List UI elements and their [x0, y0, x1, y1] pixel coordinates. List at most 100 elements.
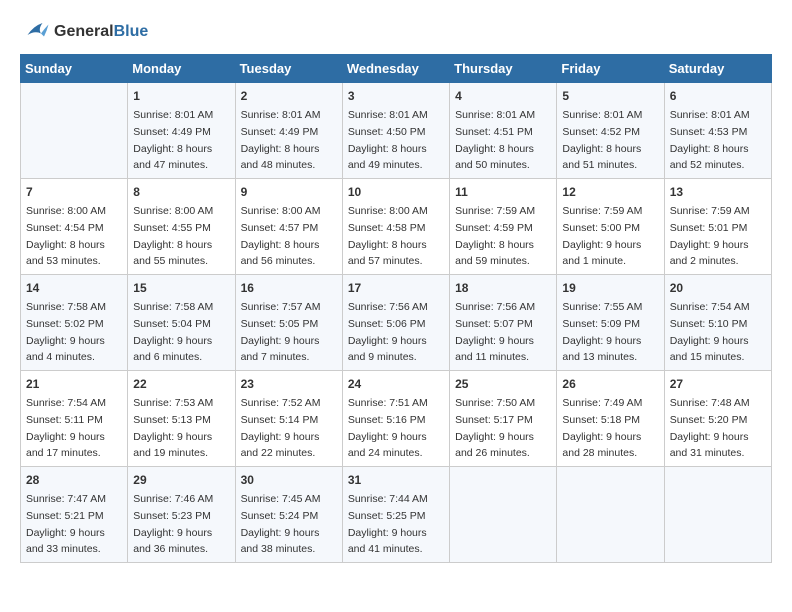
calendar-cell: 25 Sunrise: 7:50 AMSunset: 5:17 PMDayligh… — [450, 371, 557, 467]
calendar-header: SundayMondayTuesdayWednesdayThursdayFrid… — [21, 55, 772, 83]
day-number: 9 — [241, 183, 337, 201]
calendar-cell: 20 Sunrise: 7:54 AMSunset: 5:10 PMDayligh… — [664, 275, 771, 371]
calendar-cell: 24 Sunrise: 7:51 AMSunset: 5:16 PMDayligh… — [342, 371, 449, 467]
calendar-cell: 27 Sunrise: 7:48 AMSunset: 5:20 PMDayligh… — [664, 371, 771, 467]
day-info: Sunrise: 7:58 AMSunset: 5:04 PMDaylight:… — [133, 301, 213, 363]
day-number: 14 — [26, 279, 122, 297]
day-info: Sunrise: 7:55 AMSunset: 5:09 PMDaylight:… — [562, 301, 642, 363]
calendar-cell: 3Sunrise: 8:01 AMSunset: 4:50 PMDaylight… — [342, 83, 449, 179]
day-number: 12 — [562, 183, 658, 201]
day-info: Sunrise: 7:47 AMSunset: 5:21 PMDaylight:… — [26, 493, 106, 555]
day-info: Sunrise: 7:49 AMSunset: 5:18 PMDaylight:… — [562, 397, 642, 459]
day-number: 31 — [348, 471, 444, 489]
day-number: 17 — [348, 279, 444, 297]
calendar-cell: 15 Sunrise: 7:58 AMSunset: 5:04 PMDayligh… — [128, 275, 235, 371]
weekday-header-friday: Friday — [557, 55, 664, 83]
calendar-cell: 10 Sunrise: 8:00 AMSunset: 4:58 PMDayligh… — [342, 179, 449, 275]
calendar-cell: 26 Sunrise: 7:49 AMSunset: 5:18 PMDayligh… — [557, 371, 664, 467]
day-info: Sunrise: 8:01 AMSunset: 4:53 PMDaylight:… — [670, 109, 750, 171]
calendar-week-row: 21 Sunrise: 7:54 AMSunset: 5:11 PMDayligh… — [21, 371, 772, 467]
day-info: Sunrise: 8:00 AMSunset: 4:54 PMDaylight:… — [26, 205, 106, 267]
calendar-week-row: 7Sunrise: 8:00 AMSunset: 4:54 PMDaylight… — [21, 179, 772, 275]
calendar-cell: 13 Sunrise: 7:59 AMSunset: 5:01 PMDayligh… — [664, 179, 771, 275]
day-number: 19 — [562, 279, 658, 297]
calendar-cell: 4Sunrise: 8:01 AMSunset: 4:51 PMDaylight… — [450, 83, 557, 179]
day-info: Sunrise: 7:57 AMSunset: 5:05 PMDaylight:… — [241, 301, 321, 363]
day-number: 20 — [670, 279, 766, 297]
calendar-cell: 6 Sunrise: 8:01 AMSunset: 4:53 PMDaylight… — [664, 83, 771, 179]
calendar-cell — [21, 83, 128, 179]
day-info: Sunrise: 7:54 AMSunset: 5:11 PMDaylight:… — [26, 397, 106, 459]
day-number: 21 — [26, 375, 122, 393]
calendar-week-row: 28 Sunrise: 7:47 AMSunset: 5:21 PMDayligh… — [21, 467, 772, 563]
calendar-cell: 14 Sunrise: 7:58 AMSunset: 5:02 PMDayligh… — [21, 275, 128, 371]
calendar-cell: 17Sunrise: 7:56 AMSunset: 5:06 PMDayligh… — [342, 275, 449, 371]
day-info: Sunrise: 7:44 AMSunset: 5:25 PMDaylight:… — [348, 493, 428, 555]
day-info: Sunrise: 7:56 AMSunset: 5:07 PMDaylight:… — [455, 301, 535, 363]
calendar-cell: 1 Sunrise: 8:01 AMSunset: 4:49 PMDaylight… — [128, 83, 235, 179]
day-info: Sunrise: 7:53 AMSunset: 5:13 PMDaylight:… — [133, 397, 213, 459]
day-info: Sunrise: 8:01 AMSunset: 4:50 PMDaylight:… — [348, 109, 428, 171]
day-info: Sunrise: 7:52 AMSunset: 5:14 PMDaylight:… — [241, 397, 321, 459]
day-info: Sunrise: 8:00 AMSunset: 4:58 PMDaylight:… — [348, 205, 428, 267]
day-info: Sunrise: 7:51 AMSunset: 5:16 PMDaylight:… — [348, 397, 428, 459]
day-info: Sunrise: 7:54 AMSunset: 5:10 PMDaylight:… — [670, 301, 750, 363]
day-number: 1 — [133, 87, 229, 105]
calendar-week-row: 14 Sunrise: 7:58 AMSunset: 5:02 PMDayligh… — [21, 275, 772, 371]
calendar-week-row: 1 Sunrise: 8:01 AMSunset: 4:49 PMDaylight… — [21, 83, 772, 179]
day-number: 8 — [133, 183, 229, 201]
weekday-header-wednesday: Wednesday — [342, 55, 449, 83]
calendar-cell: 31 Sunrise: 7:44 AMSunset: 5:25 PMDayligh… — [342, 467, 449, 563]
logo-bird-icon — [20, 20, 50, 44]
day-info: Sunrise: 8:01 AMSunset: 4:49 PMDaylight:… — [133, 109, 213, 171]
day-number: 26 — [562, 375, 658, 393]
day-info: Sunrise: 7:46 AMSunset: 5:23 PMDaylight:… — [133, 493, 213, 555]
day-number: 27 — [670, 375, 766, 393]
day-info: Sunrise: 7:59 AMSunset: 5:01 PMDaylight:… — [670, 205, 750, 267]
calendar-cell — [450, 467, 557, 563]
logo-text: GeneralBlue — [54, 23, 148, 41]
day-info: Sunrise: 7:59 AMSunset: 5:00 PMDaylight:… — [562, 205, 642, 267]
weekday-header-sunday: Sunday — [21, 55, 128, 83]
calendar-body: 1 Sunrise: 8:01 AMSunset: 4:49 PMDaylight… — [21, 83, 772, 563]
day-number: 2 — [241, 87, 337, 105]
calendar-cell — [664, 467, 771, 563]
calendar-cell: 19 Sunrise: 7:55 AMSunset: 5:09 PMDayligh… — [557, 275, 664, 371]
calendar-cell: 22 Sunrise: 7:53 AMSunset: 5:13 PMDayligh… — [128, 371, 235, 467]
weekday-header-thursday: Thursday — [450, 55, 557, 83]
day-number: 22 — [133, 375, 229, 393]
day-info: Sunrise: 8:01 AMSunset: 4:49 PMDaylight:… — [241, 109, 321, 171]
day-info: Sunrise: 8:00 AMSunset: 4:55 PMDaylight:… — [133, 205, 213, 267]
day-number: 11 — [455, 183, 551, 201]
day-info: Sunrise: 7:50 AMSunset: 5:17 PMDaylight:… — [455, 397, 535, 459]
day-number: 25 — [455, 375, 551, 393]
day-number: 5 — [562, 87, 658, 105]
day-number: 10 — [348, 183, 444, 201]
day-info: Sunrise: 8:00 AMSunset: 4:57 PMDaylight:… — [241, 205, 321, 267]
day-number: 16 — [241, 279, 337, 297]
calendar-cell: 23 Sunrise: 7:52 AMSunset: 5:14 PMDayligh… — [235, 371, 342, 467]
calendar-cell: 2 Sunrise: 8:01 AMSunset: 4:49 PMDaylight… — [235, 83, 342, 179]
day-number: 13 — [670, 183, 766, 201]
day-number: 29 — [133, 471, 229, 489]
calendar-cell: 16 Sunrise: 7:57 AMSunset: 5:05 PMDayligh… — [235, 275, 342, 371]
day-number: 24 — [348, 375, 444, 393]
calendar-cell: 21 Sunrise: 7:54 AMSunset: 5:11 PMDayligh… — [21, 371, 128, 467]
logo: GeneralBlue — [20, 20, 148, 44]
day-number: 15 — [133, 279, 229, 297]
calendar-cell: 28 Sunrise: 7:47 AMSunset: 5:21 PMDayligh… — [21, 467, 128, 563]
day-number: 4 — [455, 87, 551, 105]
day-number: 6 — [670, 87, 766, 105]
calendar-table: SundayMondayTuesdayWednesdayThursdayFrid… — [20, 54, 772, 563]
day-info: Sunrise: 7:58 AMSunset: 5:02 PMDaylight:… — [26, 301, 106, 363]
day-number: 23 — [241, 375, 337, 393]
calendar-cell: 7Sunrise: 8:00 AMSunset: 4:54 PMDaylight… — [21, 179, 128, 275]
page-header: GeneralBlue — [20, 20, 772, 44]
day-number: 28 — [26, 471, 122, 489]
calendar-cell: 30Sunrise: 7:45 AMSunset: 5:24 PMDayligh… — [235, 467, 342, 563]
day-info: Sunrise: 7:48 AMSunset: 5:20 PMDaylight:… — [670, 397, 750, 459]
calendar-cell — [557, 467, 664, 563]
calendar-cell: 29 Sunrise: 7:46 AMSunset: 5:23 PMDayligh… — [128, 467, 235, 563]
calendar-cell: 18Sunrise: 7:56 AMSunset: 5:07 PMDayligh… — [450, 275, 557, 371]
day-info: Sunrise: 8:01 AMSunset: 4:52 PMDaylight:… — [562, 109, 642, 171]
